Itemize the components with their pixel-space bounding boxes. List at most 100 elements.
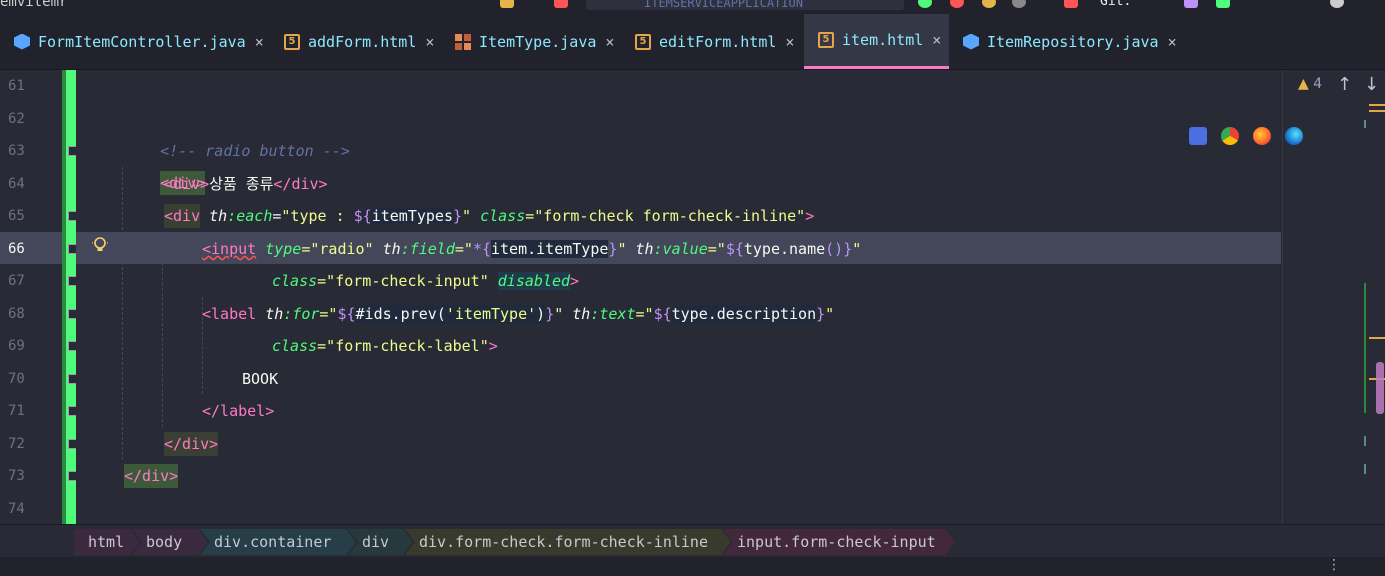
html-breadcrumb-bar: html body div.container div div.form-che… xyxy=(0,524,1385,558)
th-namespace: th xyxy=(209,207,228,225)
tab-itemtype[interactable]: ItemType.java × xyxy=(441,14,621,69)
intellij-browser-icon[interactable] xyxy=(1189,127,1207,145)
close-icon[interactable]: × xyxy=(255,33,264,51)
java-class-icon xyxy=(14,33,30,50)
coverage-icon[interactable] xyxy=(950,0,964,8)
line-number: 63 xyxy=(8,143,25,159)
code-line-72: </div> xyxy=(164,428,219,460)
git-label[interactable]: Git: xyxy=(1100,0,1131,9)
code-line-73: </div> xyxy=(124,460,179,492)
error-stripe-mark[interactable] xyxy=(1369,110,1385,112)
line-number: 70 xyxy=(8,371,25,387)
build-icon[interactable] xyxy=(500,0,514,8)
breadcrumb-body[interactable]: body xyxy=(132,529,208,555)
line-number: 67 xyxy=(8,273,25,289)
vertical-scrollbar-thumb[interactable] xyxy=(1376,362,1384,414)
run-configuration-selector[interactable]: ITEMSERVICEAPPLICATION xyxy=(586,0,904,10)
expr-var: type.description xyxy=(671,305,817,323)
attr-value: "type : xyxy=(281,207,354,225)
warnings-indicator[interactable]: ▲ 4 xyxy=(1298,76,1322,92)
git-push-icon[interactable] xyxy=(1184,0,1198,8)
stop-icon[interactable] xyxy=(1064,0,1078,8)
tab-item-html[interactable]: 5 item.html × xyxy=(804,14,949,69)
close-icon[interactable]: × xyxy=(1168,33,1177,51)
next-highlight-arrow-icon[interactable]: ↓ xyxy=(1364,74,1379,95)
line-number: 64 xyxy=(8,176,25,192)
lightbulb-icon[interactable] xyxy=(92,236,108,256)
edge-icon[interactable] xyxy=(1285,127,1303,145)
expr-var: type.name xyxy=(743,240,826,258)
tab-formitemcontroller[interactable]: FormItemController.java × xyxy=(0,14,270,69)
attr-value: ="form-check-input" xyxy=(317,272,489,290)
attr-each: :each xyxy=(227,207,273,225)
attr-disabled: disabled xyxy=(497,272,571,290)
code-line-68: <label th:for="${#ids.prev('itemType')}"… xyxy=(202,298,834,330)
more-options-icon[interactable]: ⋮ xyxy=(1327,557,1341,573)
chrome-icon[interactable] xyxy=(1221,127,1239,145)
project-breadcrumb[interactable]: emvitemr xyxy=(0,0,67,10)
html-file-icon: 5 xyxy=(818,32,834,48)
line-number: 69 xyxy=(8,338,25,354)
breadcrumb-div[interactable]: div xyxy=(348,529,413,555)
git-update-icon[interactable] xyxy=(1216,0,1230,8)
breadcrumb-html[interactable]: html xyxy=(74,529,140,555)
tab-label: ItemRepository.java xyxy=(987,32,1159,51)
close-icon[interactable]: × xyxy=(605,33,614,51)
div-close-tag: </div> xyxy=(273,175,328,193)
attr-value: ="form-check form-check-inline" xyxy=(525,207,806,225)
tab-itemrepository[interactable]: ItemRepository.java × xyxy=(949,14,1189,69)
attr-value: ="radio" xyxy=(301,240,374,258)
attr-quote: =" xyxy=(454,240,473,258)
line-number-gutter[interactable]: 61 62 63 64 65 66 67 68 69 70 71 72 73 7… xyxy=(0,70,62,524)
firefox-icon[interactable] xyxy=(1253,127,1271,145)
tab-editform[interactable]: 5 editForm.html × xyxy=(621,14,804,69)
div-close-tag: </div> xyxy=(124,464,179,488)
close-icon[interactable]: × xyxy=(785,33,794,51)
debug-icon[interactable] xyxy=(918,0,932,8)
previous-highlight-arrow-icon[interactable]: ↑ xyxy=(1337,74,1352,95)
search-icon[interactable] xyxy=(1330,0,1344,8)
attr-class: class xyxy=(272,337,318,355)
text-content: 상품 종류 xyxy=(209,175,274,193)
code-line-65: <div th:each="type : ${itemTypes}" class… xyxy=(164,200,814,232)
close-icon[interactable]: × xyxy=(932,31,941,49)
line-number: 65 xyxy=(8,208,25,224)
profile-icon[interactable] xyxy=(982,0,996,8)
tab-addform[interactable]: 5 addForm.html × xyxy=(270,14,441,69)
code-line-71: </label> xyxy=(202,395,274,427)
expr-var: itemTypes xyxy=(371,207,453,225)
enum-icon xyxy=(455,33,471,50)
attr-field: :field xyxy=(400,240,455,258)
input-open-tag: <input xyxy=(202,240,257,258)
breadcrumb-div-container[interactable]: div.container xyxy=(200,529,356,555)
attr-quote: =" xyxy=(319,305,338,323)
th-namespace: th xyxy=(265,305,284,323)
attr-quote: " xyxy=(825,305,835,323)
line-number: 72 xyxy=(8,436,25,452)
expr-var: item.itemType xyxy=(491,240,609,258)
div-open-tag: <div xyxy=(164,204,201,228)
breadcrumb-input-form-check-input[interactable]: input.form-check-input xyxy=(723,529,955,555)
close-icon[interactable]: × xyxy=(425,33,434,51)
attr-value-th: :value xyxy=(653,240,708,258)
tab-label: item.html xyxy=(842,31,924,49)
warning-count: 4 xyxy=(1313,76,1323,92)
expr-open: ${ xyxy=(337,305,356,323)
tab-label: ItemType.java xyxy=(479,32,597,51)
breadcrumb-div-form-check[interactable]: div.form-check.form-check-inline xyxy=(405,529,731,555)
expr-close: } xyxy=(453,207,463,225)
expr-open: *{ xyxy=(472,240,491,258)
avatar-icon[interactable] xyxy=(1012,0,1026,8)
error-stripe-mark[interactable] xyxy=(1369,337,1385,339)
run-arrow-icon[interactable] xyxy=(554,0,568,8)
code-editor[interactable]: <!-- radio button --> <div> <div>상품 종류</… xyxy=(76,70,1281,524)
error-stripe-mark[interactable] xyxy=(1369,104,1385,106)
tab-label: editForm.html xyxy=(659,32,777,51)
expr-open: ${ xyxy=(653,305,672,323)
div-open-tag: <div> xyxy=(164,175,210,193)
attr-quote: " xyxy=(462,207,472,225)
tag-end: > xyxy=(805,207,815,225)
java-class-icon xyxy=(963,33,979,50)
attr-for: :for xyxy=(283,305,320,323)
line-number-current: 66 xyxy=(8,241,25,257)
